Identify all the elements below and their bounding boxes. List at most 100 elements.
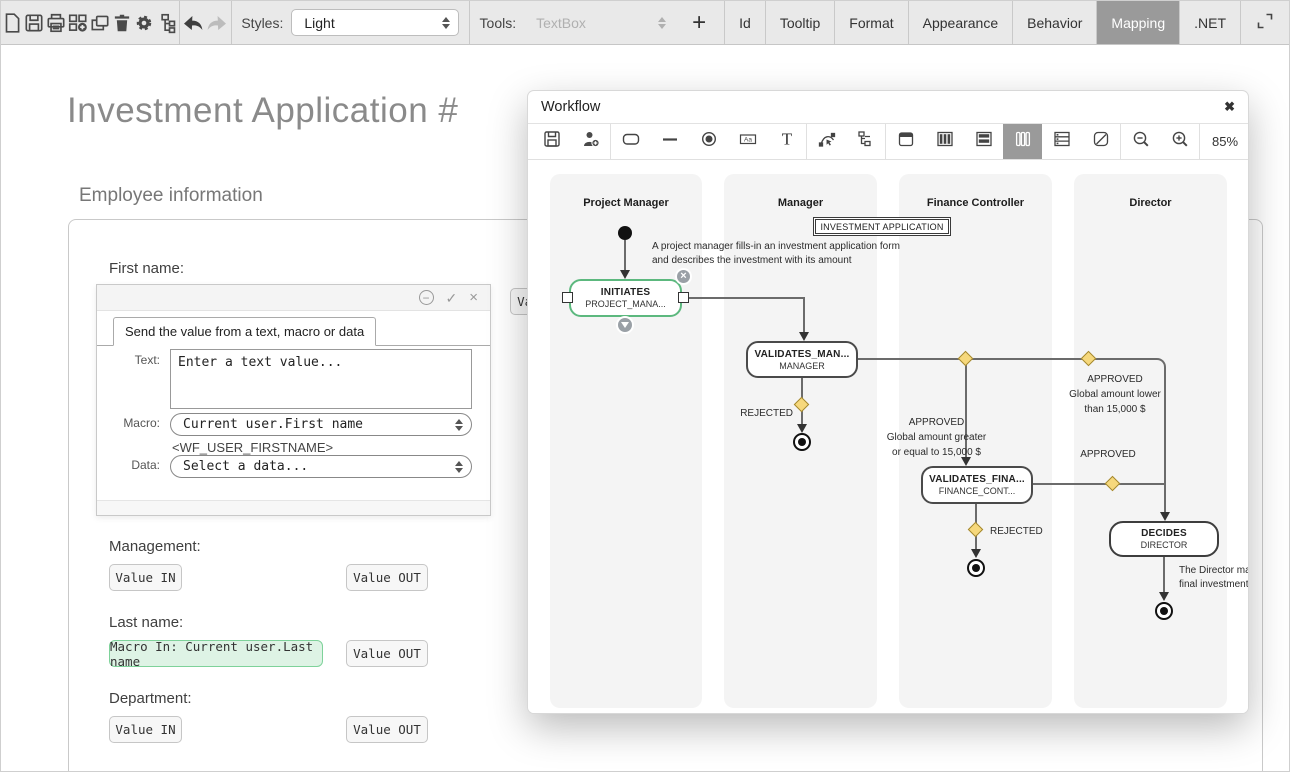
lane-header-manager: Manager: [724, 197, 877, 209]
wf-shape-tool[interactable]: [1081, 124, 1120, 159]
wf-vertical-lanes-tool[interactable]: [1003, 124, 1042, 159]
investment-application-note[interactable]: INVESTMENT APPLICATION: [813, 217, 951, 236]
management-value-in-button[interactable]: Value IN: [109, 564, 182, 591]
resize-handle-right[interactable]: [678, 292, 689, 303]
wf-tree-tool[interactable]: [846, 124, 885, 159]
editor-tabstrip: Send the value from a text, macro or dat…: [97, 317, 490, 346]
tab-id[interactable]: Id: [724, 1, 765, 44]
save-icon: [542, 129, 562, 154]
duplicate-button[interactable]: [89, 1, 111, 44]
tab-appearance[interactable]: Appearance: [908, 1, 1013, 44]
print-icon: [45, 12, 67, 34]
workflow-canvas[interactable]: Project Manager Manager Finance Controll…: [528, 160, 1248, 713]
macro-select[interactable]: Current user.First name: [170, 413, 472, 436]
label-icon: Aa: [738, 129, 758, 154]
wf-table-rows-tool[interactable]: [964, 124, 1003, 159]
select-stepper-icon: [455, 461, 463, 473]
table-columns-icon: [935, 129, 955, 154]
lane-director: [1074, 174, 1227, 708]
wf-zoom-in-button[interactable]: [1160, 124, 1199, 159]
add-next-node-icon[interactable]: [616, 316, 634, 334]
delete-button[interactable]: [111, 1, 133, 44]
wf-label-tool[interactable]: Aa: [728, 124, 767, 159]
bezier-icon: [817, 129, 837, 154]
node-decides[interactable]: DECIDES DIRECTOR: [1109, 521, 1219, 557]
tools-select[interactable]: TextBox: [524, 9, 674, 36]
new-document-button[interactable]: [1, 1, 23, 44]
wf-row-list-tool[interactable]: [1042, 124, 1081, 159]
edge-start-initiates: [624, 240, 626, 271]
data-select[interactable]: Select a data...: [170, 455, 472, 478]
wf-add-actor-button[interactable]: [571, 124, 610, 159]
styles-select[interactable]: Light: [291, 9, 459, 36]
wf-bezier-tool[interactable]: [807, 124, 846, 159]
main-toolbar: Styles: Light Tools: TextBox + Id Toolti…: [1, 1, 1289, 45]
wf-end-node-tool[interactable]: [689, 124, 728, 159]
wf-lane-header-tool[interactable]: [886, 124, 925, 159]
tab-format[interactable]: Format: [834, 1, 907, 44]
redo-icon: [205, 11, 229, 35]
end-node-manager-rejected[interactable]: [793, 433, 811, 451]
save-icon: [23, 12, 45, 34]
save-button[interactable]: [23, 1, 45, 44]
styles-value: Light: [304, 15, 334, 31]
settings-button[interactable]: [133, 1, 155, 44]
property-tabs: Id Tooltip Format Appearance Behavior Ma…: [724, 1, 1289, 44]
close-icon[interactable]: ×: [469, 290, 478, 305]
wf-zoom-out-button[interactable]: [1121, 124, 1160, 159]
management-value-out-button[interactable]: Value OUT: [346, 564, 428, 591]
text-icon: T: [777, 129, 797, 154]
department-value-out-button[interactable]: Value OUT: [346, 716, 428, 743]
end-node-final[interactable]: [1155, 602, 1173, 620]
start-node[interactable]: [618, 226, 632, 240]
wf-connector-tool[interactable]: [650, 124, 689, 159]
gear-icon: [133, 12, 155, 34]
add-widget-button[interactable]: [67, 1, 89, 44]
redo-button[interactable]: [205, 1, 229, 44]
tab-tooltip[interactable]: Tooltip: [765, 1, 834, 44]
undo-icon: [181, 11, 205, 35]
wf-table-columns-tool[interactable]: [925, 124, 964, 159]
wf-text-tool[interactable]: T: [767, 124, 806, 159]
text-input[interactable]: Enter a text value...: [170, 349, 472, 409]
wf-node-tool[interactable]: [611, 124, 650, 159]
end-node-finance-rejected[interactable]: [967, 559, 985, 577]
wf-save-button[interactable]: [532, 124, 571, 159]
add-actor-icon: [581, 129, 601, 154]
resize-handle-left[interactable]: [562, 292, 573, 303]
delete-node-icon[interactable]: ×: [675, 268, 692, 285]
tab-dotnet[interactable]: .NET: [1179, 1, 1240, 44]
last-name-label: Last name:: [109, 614, 183, 631]
close-icon[interactable]: ✖: [1224, 99, 1235, 115]
tab-behavior[interactable]: Behavior: [1012, 1, 1096, 44]
label-approved-greater: APPROVED Global amount greater or equal …: [864, 415, 1009, 460]
editor-tab-send-value[interactable]: Send the value from a text, macro or dat…: [113, 317, 376, 346]
undo-button[interactable]: [181, 1, 205, 44]
edge-decides-end: [1163, 557, 1165, 594]
confirm-icon[interactable]: ✓: [446, 291, 458, 305]
print-button[interactable]: [45, 1, 67, 44]
add-tool-button[interactable]: +: [682, 3, 716, 43]
last-name-value-out-button[interactable]: Value OUT: [346, 640, 428, 667]
node-validates-manager[interactable]: VALIDATES_MAN... MANAGER: [746, 341, 858, 378]
expand-button[interactable]: [1240, 1, 1289, 44]
node-validates-finance[interactable]: VALIDATES_FINA... FINANCE_CONT...: [921, 466, 1033, 504]
page-title: Investment Application #: [67, 91, 458, 131]
department-value-in-button[interactable]: Value IN: [109, 716, 182, 743]
dialog-titlebar[interactable]: Workflow ✖: [528, 91, 1248, 124]
tab-mapping[interactable]: Mapping: [1096, 1, 1179, 44]
node-initiates[interactable]: INITIATES PROJECT_MANA...: [569, 279, 682, 317]
zoom-in-icon: [1170, 129, 1190, 154]
row-list-icon: [1052, 129, 1072, 154]
arrowhead: [1159, 592, 1169, 601]
tools-value: TextBox: [536, 15, 586, 31]
trash-icon: [111, 12, 133, 34]
edge-initiates-validates-man: [689, 297, 805, 299]
last-name-macro-in-chip[interactable]: Macro In: Current user.Last name: [109, 640, 323, 667]
workflow-toolbar: Aa T 85%: [528, 124, 1248, 160]
hierarchy-button[interactable]: [155, 1, 177, 44]
vertical-lanes-icon: [1013, 129, 1033, 154]
collapse-icon[interactable]: −: [419, 290, 434, 305]
table-rows-icon: [974, 129, 994, 154]
tree-icon: [856, 129, 876, 154]
